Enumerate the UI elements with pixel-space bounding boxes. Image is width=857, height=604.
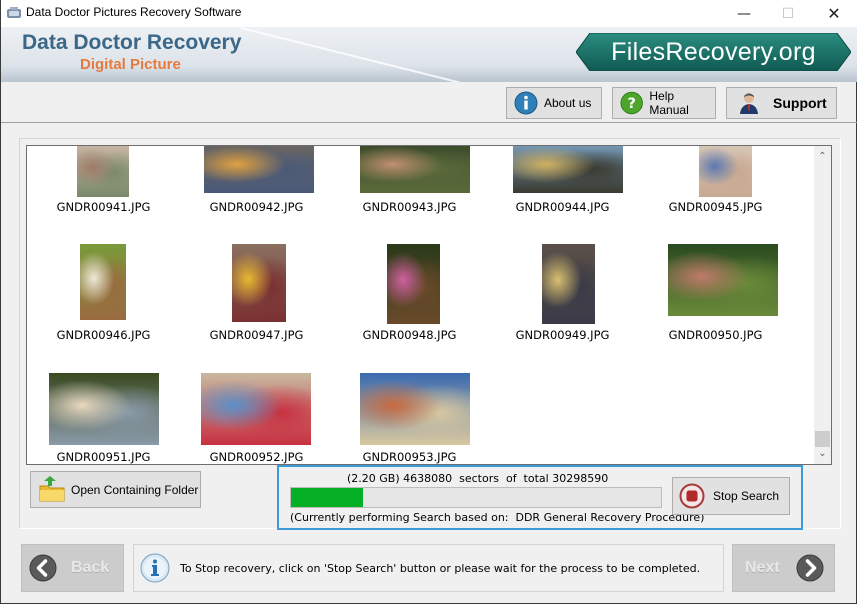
progress-bar [290, 487, 662, 508]
help-icon: ? [620, 91, 643, 115]
vertical-scrollbar[interactable]: ⌃ ⌄ [814, 146, 831, 464]
site-badge[interactable]: FilesRecovery.org [575, 32, 852, 72]
file-name-label: GNDR00942.JPG [209, 200, 304, 214]
photo-thumbnail [201, 373, 311, 445]
file-thumbnail-item[interactable]: GNDR00947.JPG [180, 244, 333, 364]
scroll-up-arrow-icon[interactable]: ⌃ [814, 148, 831, 165]
stop-search-label: Stop Search [713, 489, 780, 503]
status-message-box: To Stop recovery, click on 'Stop Search'… [133, 544, 724, 592]
about-us-button[interactable]: About us [506, 87, 602, 119]
next-button[interactable]: Next [732, 544, 835, 592]
about-us-label: About us [544, 96, 592, 110]
brand-title: Data Doctor Recovery [22, 31, 242, 54]
recovered-files-list[interactable]: GNDR00941.JPG GNDR00942.JPG GNDR00943.JPG G… [26, 145, 832, 465]
next-label: Next [745, 559, 780, 576]
file-name-label: GNDR00943.JPG [362, 200, 457, 214]
procedure-text: (Currently performing Search based on: D… [290, 511, 705, 524]
title-bar: Data Doctor Pictures Recovery Software —… [1, 0, 857, 27]
file-thumbnail-item[interactable]: GNDR00950.JPG [639, 244, 792, 364]
next-arrow-icon [796, 554, 824, 582]
stop-icon [679, 483, 705, 509]
open-containing-folder-button[interactable]: Open Containing Folder [30, 471, 201, 508]
app-icon [7, 7, 21, 18]
file-name-label: GNDR00948.JPG [362, 328, 457, 342]
photo-thumbnail [232, 244, 286, 322]
back-arrow-icon [29, 554, 57, 582]
toolbar-separator [1, 122, 857, 123]
help-manual-button[interactable]: ? Help Manual [612, 87, 716, 119]
svg-text:?: ? [627, 95, 635, 112]
file-thumbnail-item[interactable]: GNDR00951.JPG [27, 370, 180, 464]
scroll-down-arrow-icon[interactable]: ⌄ [814, 445, 831, 462]
photo-thumbnail [699, 146, 752, 197]
brand-subtitle: Digital Picture [80, 56, 181, 73]
help-manual-label: Help Manual [649, 89, 689, 117]
status-message: To Stop recovery, click on 'Stop Search'… [180, 561, 701, 575]
photo-thumbnail [204, 146, 314, 193]
file-thumbnail-item[interactable]: GNDR00953.JPG [333, 370, 486, 464]
file-name-label: GNDR00941.JPG [56, 200, 151, 214]
photo-thumbnail [80, 244, 126, 320]
file-name-label: GNDR00945.JPG [668, 200, 763, 214]
file-thumbnail-item[interactable]: GNDR00949.JPG [486, 244, 639, 364]
file-name-label: GNDR00952.JPG [209, 450, 304, 464]
folder-open-icon [39, 475, 65, 501]
photo-thumbnail [49, 373, 159, 445]
open-containing-folder-label: Open Containing Folder [71, 482, 199, 497]
minimize-button[interactable]: — [721, 0, 767, 27]
photo-thumbnail [360, 373, 470, 445]
header-banner: Data Doctor Recovery Digital Picture Fil… [1, 27, 857, 82]
app-window: Data Doctor Pictures Recovery Software —… [0, 0, 857, 604]
photo-thumbnail [513, 146, 623, 193]
maximize-button[interactable]: ☐ [765, 0, 811, 27]
file-name-label: GNDR00953.JPG [362, 450, 457, 464]
photo-thumbnail [360, 146, 470, 193]
file-thumbnail-item[interactable]: GNDR00948.JPG [333, 244, 486, 364]
back-label: Back [71, 559, 110, 576]
file-name-label: GNDR00947.JPG [209, 328, 304, 342]
progress-sectors-text: (2.20 GB) 4638080 sectors of total 30298… [347, 472, 609, 485]
stop-search-button[interactable]: Stop Search [672, 477, 790, 515]
search-progress-panel: (2.20 GB) 4638080 sectors of total 30298… [277, 465, 803, 530]
photo-thumbnail [668, 244, 778, 316]
window-title: Data Doctor Pictures Recovery Software [26, 5, 242, 19]
file-name-label: GNDR00951.JPG [56, 450, 151, 464]
photo-thumbnail [542, 244, 595, 324]
file-name-label: GNDR00946.JPG [56, 328, 151, 342]
file-thumbnail-item[interactable]: GNDR00946.JPG [27, 244, 180, 364]
file-thumbnail-item[interactable]: GNDR00952.JPG [180, 370, 333, 464]
photo-thumbnail [77, 146, 129, 197]
file-name-label: GNDR00949.JPG [515, 328, 610, 342]
support-person-icon [740, 93, 758, 114]
file-name-label: GNDR00944.JPG [515, 200, 610, 214]
back-button[interactable]: Back [21, 544, 124, 592]
site-badge-text: FilesRecovery.org [611, 37, 816, 66]
close-button[interactable]: ✕ [811, 0, 857, 27]
info-icon [514, 91, 538, 115]
file-name-label: GNDR00950.JPG [668, 328, 763, 342]
progress-bar-fill [291, 488, 364, 507]
info-icon [140, 553, 170, 583]
support-button[interactable]: Support [726, 87, 837, 119]
photo-thumbnail [387, 244, 440, 324]
support-label: Support [773, 95, 827, 111]
